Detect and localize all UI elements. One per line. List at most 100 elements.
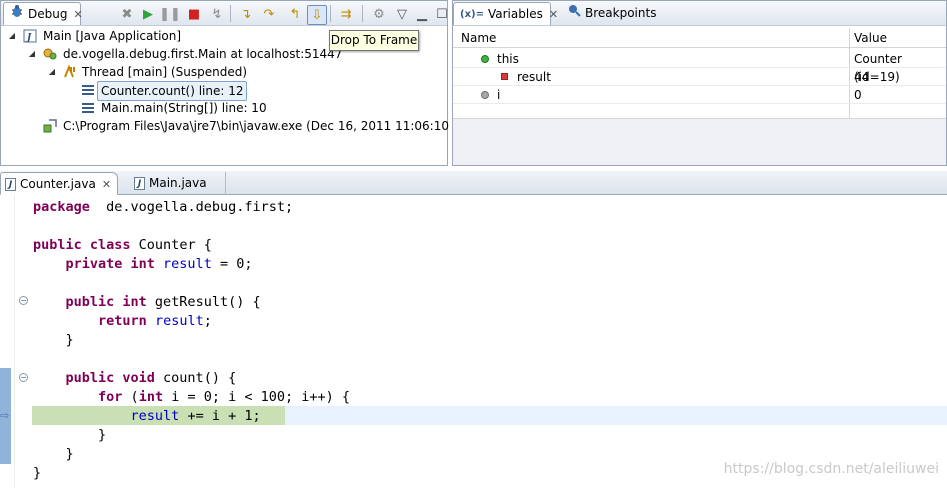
minimize-button[interactable]: ▁ bbox=[413, 5, 431, 23]
code-text: } bbox=[33, 446, 74, 462]
breakpoints-icon bbox=[567, 2, 581, 25]
tab-variables-label: Variables bbox=[487, 7, 543, 21]
disconnect-icon: ↯ bbox=[211, 6, 223, 22]
code-line[interactable]: } bbox=[33, 445, 74, 464]
tab-counter-java[interactable]: J Counter.java ✕ bbox=[0, 172, 118, 195]
terminate-icon: ■ bbox=[187, 6, 201, 22]
code-line[interactable]: public int getResult() { bbox=[33, 293, 261, 312]
variable-detail-pane[interactable] bbox=[453, 118, 946, 165]
resume-button[interactable]: ▶ bbox=[139, 5, 157, 23]
code-line[interactable]: } bbox=[33, 464, 41, 483]
drop-to-frame-button[interactable]: ⇩ bbox=[307, 5, 327, 25]
tab-breakpoints-label: Breakpoints bbox=[585, 6, 657, 20]
maximize-icon: ☐ bbox=[436, 6, 448, 22]
use-step-filters-button[interactable]: ⇉ bbox=[337, 5, 355, 23]
code-text: ( bbox=[122, 389, 139, 405]
code-line[interactable]: for (int i = 0; i < 100; i++) { bbox=[33, 388, 350, 407]
close-icon[interactable]: ✕ bbox=[549, 3, 558, 26]
tree-item-process[interactable]: C:\Program Files\Java\jre7\bin\javaw.exe… bbox=[1, 117, 476, 135]
debug-options-button[interactable]: ⚙ bbox=[370, 5, 388, 23]
code-text: getResult() { bbox=[146, 294, 261, 310]
code-text: } bbox=[33, 465, 42, 481]
code-keyword: package bbox=[33, 199, 90, 215]
suspend-button[interactable]: ❚❚ bbox=[159, 5, 181, 23]
fold-collapse-icon[interactable]: − bbox=[19, 296, 28, 305]
tab-counter-java-label: Counter.java bbox=[20, 177, 96, 191]
code-text: } bbox=[33, 427, 107, 443]
variable-row[interactable]: result 44 bbox=[453, 68, 946, 86]
remove-terminated-icon: ✖ bbox=[121, 6, 133, 22]
step-return-button[interactable]: ↰ bbox=[286, 5, 304, 23]
collapse-arrow-icon[interactable]: ◢ bbox=[47, 63, 57, 81]
tree-item-stack-frame[interactable]: Counter.count() line: 12 bbox=[1, 81, 447, 101]
column-header-value[interactable]: Value bbox=[854, 28, 887, 48]
tab-main-java[interactable]: J Main.java bbox=[130, 172, 226, 195]
process-icon bbox=[43, 119, 57, 133]
suspend-icon: ❚❚ bbox=[159, 6, 181, 22]
terminate-button[interactable]: ■ bbox=[185, 5, 203, 23]
launch-label: Main [Java Application] bbox=[43, 29, 182, 43]
tab-breakpoints[interactable]: Breakpoints bbox=[561, 2, 662, 25]
svg-text:J: J bbox=[25, 33, 32, 43]
code-keyword: for bbox=[98, 389, 123, 405]
disconnect-button[interactable]: ↯ bbox=[208, 5, 226, 23]
code-line[interactable]: public void count() { bbox=[33, 369, 237, 388]
code-text: i = 0; i < 100; i++) { bbox=[163, 389, 351, 405]
maximize-button[interactable]: ☐ bbox=[433, 5, 451, 23]
code-keyword: public int bbox=[65, 294, 147, 310]
code-line[interactable]: private int result = 0; bbox=[33, 255, 253, 274]
fold-collapse-icon[interactable]: − bbox=[19, 373, 28, 382]
variable-row[interactable]: i 0 bbox=[453, 86, 946, 104]
stack-frame-label: Main.main(String[]) line: 10 bbox=[101, 101, 267, 115]
resume-icon: ▶ bbox=[143, 6, 153, 22]
tree-item-stack-frame[interactable]: Main.main(String[]) line: 10 bbox=[1, 99, 447, 117]
code-line[interactable]: result += i + 1; bbox=[33, 407, 261, 426]
column-header-name[interactable]: Name bbox=[461, 28, 496, 48]
code-text: } bbox=[33, 332, 74, 348]
step-return-icon: ↰ bbox=[289, 6, 301, 22]
step-into-icon: ↴ bbox=[240, 6, 252, 22]
editor-tabbar: J Counter.java ✕ J Main.java bbox=[0, 171, 947, 195]
code-text: += i + 1; bbox=[179, 408, 261, 424]
code-text: Counter { bbox=[130, 237, 212, 253]
code-line[interactable]: public class Counter { bbox=[33, 236, 212, 255]
debug-target-label: de.vogella.debug.first.Main at localhost… bbox=[63, 47, 343, 61]
local-variable-icon bbox=[481, 55, 489, 63]
tab-debug[interactable]: Debug ✕ bbox=[3, 2, 83, 26]
code-keyword: int bbox=[138, 389, 164, 405]
view-menu-button[interactable]: ▽ bbox=[393, 5, 411, 23]
code-line[interactable]: } bbox=[33, 426, 106, 445]
private-field-icon bbox=[501, 73, 508, 80]
process-label: C:\Program Files\Java\jre7\bin\javaw.exe… bbox=[63, 119, 477, 133]
variable-value: 44 bbox=[854, 70, 870, 84]
code-line[interactable]: return result; bbox=[33, 312, 212, 331]
code-text: ; bbox=[203, 313, 212, 329]
collapse-arrow-icon[interactable]: ◢ bbox=[27, 45, 37, 63]
editor-left-ruler[interactable] bbox=[0, 195, 15, 488]
tree-item-thread[interactable]: ◢ Thread [main] (Suspended) bbox=[1, 63, 447, 81]
tab-variables[interactable]: (x)= Variables ✕ bbox=[453, 2, 558, 25]
variable-row[interactable]: this Counter (id=19) bbox=[453, 50, 946, 84]
stack-frame-icon bbox=[81, 101, 95, 115]
close-icon[interactable]: ✕ bbox=[102, 178, 111, 191]
drop-to-frame-icon: ⇩ bbox=[311, 7, 323, 23]
variables-table-header: Name Value bbox=[453, 28, 946, 48]
step-into-button[interactable]: ↴ bbox=[237, 5, 255, 23]
java-file-icon: J bbox=[134, 177, 145, 190]
instruction-pointer-icon: ⇨ bbox=[0, 409, 10, 422]
tab-debug-label: Debug bbox=[28, 7, 68, 21]
step-over-button[interactable]: ↷ bbox=[260, 5, 278, 23]
step-over-icon: ↷ bbox=[263, 6, 275, 22]
code-line[interactable]: package de.vogella.debug.first; bbox=[33, 198, 293, 217]
variable-name: this bbox=[497, 52, 519, 66]
collapse-arrow-icon[interactable]: ◢ bbox=[7, 27, 17, 45]
code-keyword: return bbox=[98, 313, 147, 329]
code-line[interactable]: } bbox=[33, 331, 74, 350]
code-keyword: private int bbox=[65, 256, 155, 272]
close-icon[interactable]: ✕ bbox=[73, 3, 82, 26]
remove-terminated-button[interactable]: ✖ bbox=[118, 5, 136, 23]
